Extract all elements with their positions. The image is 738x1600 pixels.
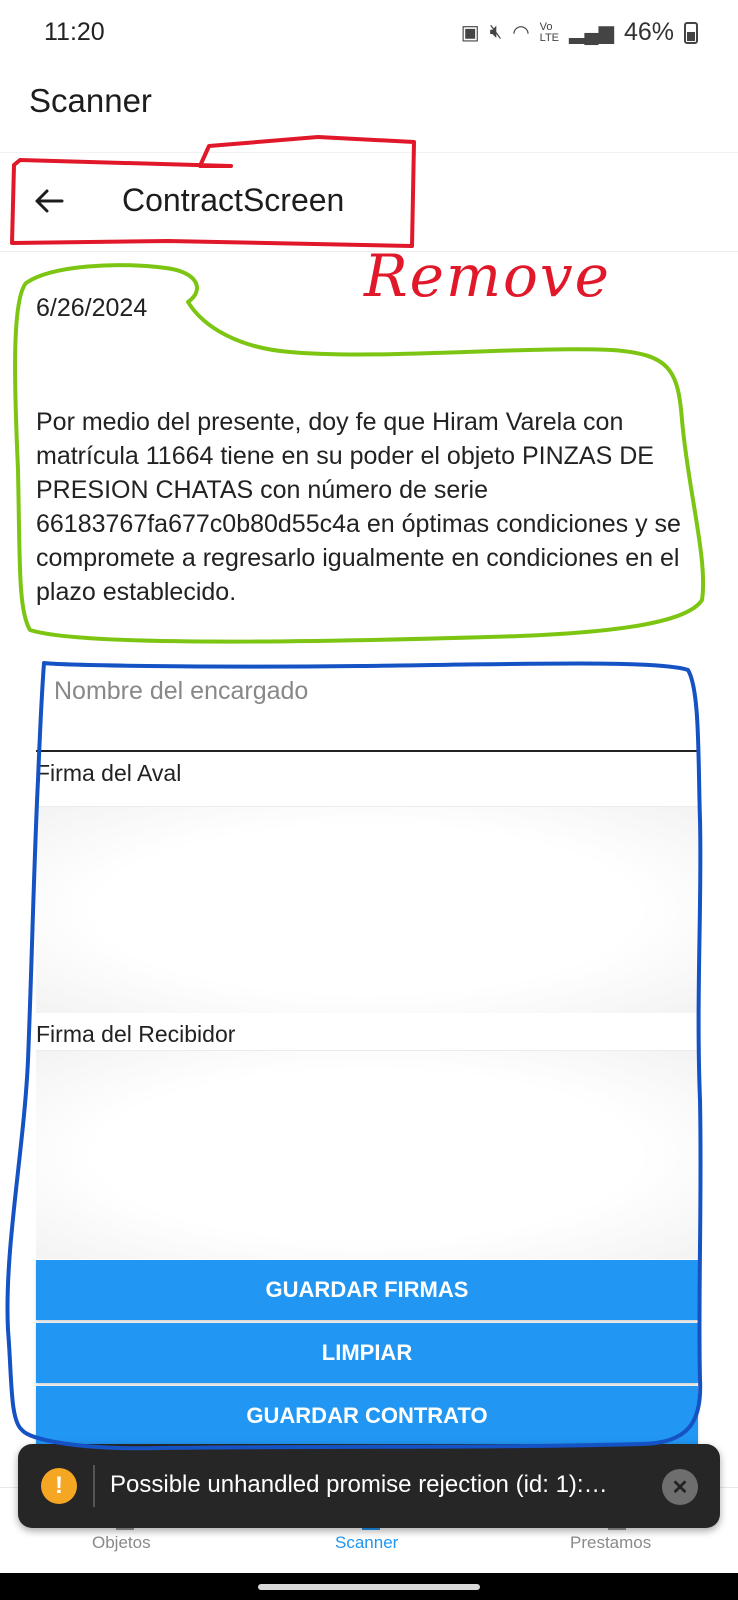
contract-text: Por medio del presente, doy fe que Hiram…: [36, 408, 681, 606]
battery-percent: 46%: [623, 18, 674, 46]
supervisor-name-input[interactable]: [36, 660, 698, 752]
aval-signature-pad[interactable]: [36, 806, 698, 1013]
app-title: Scanner: [29, 82, 152, 119]
tab-prestamos[interactable]: Prestamos: [570, 1533, 651, 1553]
tab-objetos[interactable]: Objetos: [92, 1533, 151, 1553]
warning-icon: !: [41, 1468, 77, 1504]
receiver-signature-label: Firma del Recibidor: [36, 1021, 236, 1047]
remove-annotation-text: Remove: [363, 242, 611, 310]
close-icon[interactable]: ✕: [662, 1469, 698, 1505]
back-arrow-icon[interactable]: [30, 181, 70, 221]
clear-button[interactable]: LIMPIAR: [36, 1323, 698, 1383]
battery-icon: [684, 21, 698, 44]
save-signatures-button[interactable]: GUARDAR FIRMAS: [36, 1260, 698, 1320]
status-time: 11:20: [44, 18, 105, 46]
mute-icon: 🔇︎: [489, 21, 503, 43]
receiver-signature-pad[interactable]: [36, 1050, 698, 1259]
battery-saver-icon: ▣: [460, 22, 480, 44]
wifi-icon: ◠: [512, 22, 530, 44]
tab-scanner[interactable]: Scanner: [335, 1533, 398, 1553]
status-icons: ▣ 🔇︎ ◠ Vo LTE ▂▄▆ 46%: [461, 18, 698, 47]
volte-icon: Vo LTE: [539, 20, 560, 44]
aval-signature-label: Firma del Aval: [36, 760, 182, 786]
screen-title: ContractScreen: [122, 182, 345, 218]
toast-message: Possible unhandled promise rejection (id…: [110, 1471, 608, 1498]
home-gesture-handle[interactable]: [258, 1584, 480, 1590]
screen-header: [0, 152, 738, 252]
toast-divider: [93, 1465, 95, 1507]
contract-date: 6/26/2024: [36, 294, 148, 322]
save-contract-button[interactable]: GUARDAR CONTRATO: [36, 1386, 698, 1446]
signal-icon: ▂▄▆: [569, 22, 614, 44]
